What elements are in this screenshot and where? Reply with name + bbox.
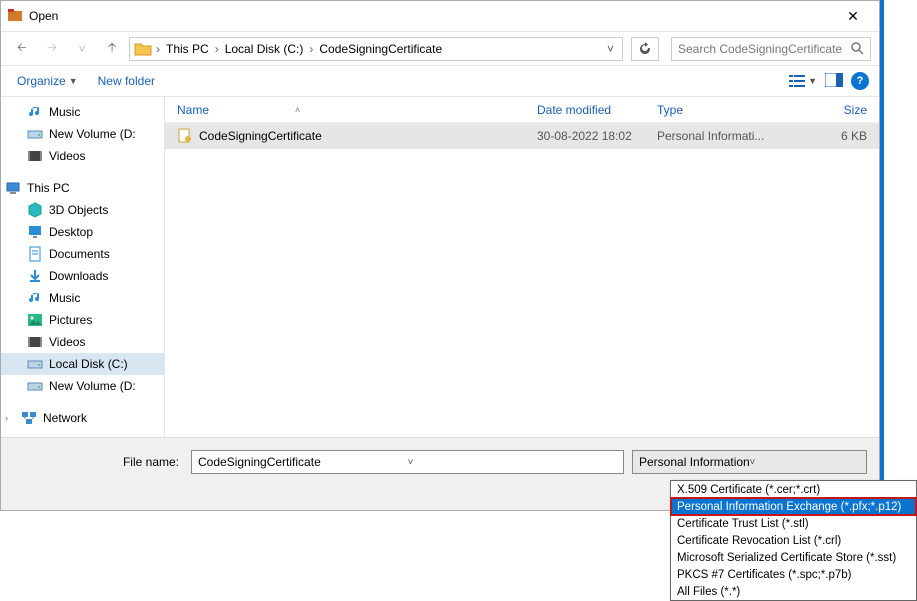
open-dialog: Open ✕ 🡠 🡢 ˅ 🡡 › This PC › Local Disk (C…: [0, 0, 880, 511]
tree-item[interactable]: 3D Objects: [1, 199, 164, 221]
dropdown-option[interactable]: All Files (*.*): [671, 583, 916, 600]
address-dropdown-button[interactable]: ˅: [603, 42, 618, 56]
doc-icon: [27, 246, 43, 262]
video-icon: [27, 334, 43, 350]
breadcrumb-item[interactable]: Local Disk (C:): [223, 42, 306, 56]
search-placeholder: Search CodeSigningCertificate: [678, 42, 851, 56]
chevron-down-icon[interactable]: ˅: [408, 457, 618, 468]
tree-item[interactable]: Music: [1, 287, 164, 309]
folder-icon: [134, 41, 152, 57]
breadcrumb-item[interactable]: This PC: [164, 42, 211, 56]
music-icon: [27, 104, 43, 120]
column-headers: Name˄ Date modified Type Size: [165, 97, 879, 123]
filename-input[interactable]: CodeSigningCertificate ˅: [191, 450, 624, 474]
tree-item[interactable]: Documents: [1, 243, 164, 265]
chevron-right-icon[interactable]: ›: [213, 42, 221, 56]
dropdown-option[interactable]: X.509 Certificate (*.cer;*.crt): [671, 481, 916, 498]
organize-menu[interactable]: Organize ▼: [11, 70, 84, 92]
tree-item[interactable]: New Volume (D:: [1, 375, 164, 397]
chevron-right-icon[interactable]: ›: [154, 42, 162, 56]
download-icon: [27, 268, 43, 284]
column-type[interactable]: Type: [657, 103, 787, 117]
sort-asc-icon: ˄: [295, 105, 300, 115]
nav-forward-button: 🡢: [39, 36, 65, 62]
tree-item[interactable]: Videos: [1, 145, 164, 167]
column-date[interactable]: Date modified: [537, 103, 657, 117]
nav-recent-button[interactable]: ˅: [69, 36, 95, 62]
window-title: Open: [29, 9, 833, 23]
picture-icon: [27, 312, 43, 328]
column-size[interactable]: Size: [787, 103, 867, 117]
tree-item[interactable]: Downloads: [1, 265, 164, 287]
tree-item[interactable]: Desktop: [1, 221, 164, 243]
chevron-down-icon: ˅: [750, 457, 861, 468]
new-folder-button[interactable]: New folder: [92, 70, 161, 92]
address-bar[interactable]: › This PC › Local Disk (C:) › CodeSignin…: [129, 37, 623, 61]
search-input[interactable]: Search CodeSigningCertificate: [671, 37, 871, 61]
nav-back-button[interactable]: 🡠: [9, 36, 35, 62]
tree-network[interactable]: › Network: [1, 407, 164, 429]
pc-icon: [5, 180, 21, 196]
network-icon: [21, 410, 37, 426]
filetype-filter[interactable]: Personal Information Exchange (*.pfx;*.p…: [632, 450, 867, 474]
dropdown-option[interactable]: Certificate Trust List (*.stl): [671, 515, 916, 532]
video-icon: [27, 148, 43, 164]
drive-icon: [27, 378, 43, 394]
music-icon: [27, 290, 43, 306]
app-icon: [7, 8, 23, 24]
breadcrumb-item[interactable]: CodeSigningCertificate: [317, 42, 444, 56]
column-name[interactable]: Name˄: [177, 103, 537, 117]
dropdown-option[interactable]: Personal Information Exchange (*.pfx;*.p…: [671, 498, 916, 515]
tree-item[interactable]: Videos: [1, 331, 164, 353]
search-icon: [851, 42, 864, 55]
dropdown-option[interactable]: Microsoft Serialized Certificate Store (…: [671, 549, 916, 566]
nav-up-button[interactable]: 🡡: [99, 36, 125, 62]
tree-item[interactable]: New Volume (D:: [1, 123, 164, 145]
view-options-button[interactable]: ▼: [789, 74, 817, 88]
desktop-icon: [27, 224, 43, 240]
drive-icon: [27, 356, 43, 372]
dropdown-option[interactable]: Certificate Revocation List (*.crl): [671, 532, 916, 549]
certificate-icon: [177, 128, 193, 144]
chevron-right-icon[interactable]: ›: [307, 42, 315, 56]
filetype-dropdown: X.509 Certificate (*.cer;*.crt)Personal …: [670, 480, 917, 601]
dropdown-option[interactable]: PKCS #7 Certificates (*.spc;*.p7b): [671, 566, 916, 583]
cube-icon: [27, 202, 43, 218]
nav-tree: Music New Volume (D: Videos This PC 3D O…: [1, 97, 165, 437]
filename-label: File name:: [13, 455, 183, 469]
tree-this-pc[interactable]: This PC: [1, 177, 164, 199]
help-button[interactable]: ?: [851, 72, 869, 90]
close-button[interactable]: ✕: [833, 1, 873, 31]
file-row[interactable]: CodeSigningCertificate 30-08-2022 18:02 …: [165, 123, 879, 149]
drive-icon: [27, 126, 43, 142]
tree-item[interactable]: Pictures: [1, 309, 164, 331]
tree-item[interactable]: Music: [1, 101, 164, 123]
tree-item[interactable]: Local Disk (C:): [1, 353, 164, 375]
refresh-button[interactable]: [631, 37, 659, 61]
preview-pane-button[interactable]: [825, 73, 843, 90]
